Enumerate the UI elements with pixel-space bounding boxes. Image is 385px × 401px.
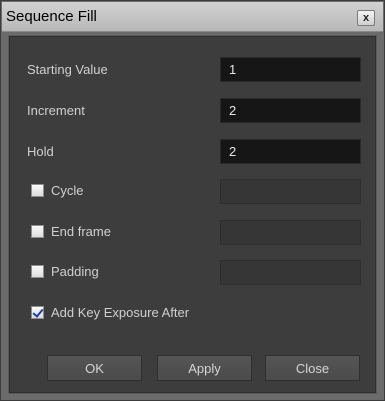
close-window-button[interactable]: x (357, 10, 375, 26)
end-frame-input[interactable] (220, 220, 361, 245)
hold-input[interactable]: 2 (220, 139, 361, 164)
increment-label: Increment (27, 103, 85, 118)
padding-input[interactable] (220, 260, 361, 285)
cycle-checkbox[interactable] (31, 184, 44, 197)
starting-value-label: Starting Value (27, 62, 108, 77)
sequence-fill-dialog: Sequence Fill x Starting Value 1 Increme… (0, 0, 385, 401)
ok-button[interactable]: OK (47, 355, 142, 381)
apply-button[interactable]: Apply (157, 355, 252, 381)
padding-label: Padding (51, 264, 99, 279)
padding-checkbox[interactable] (31, 265, 44, 278)
cycle-input[interactable] (220, 179, 361, 204)
dialog-title: Sequence Fill (6, 8, 97, 25)
starting-value-input[interactable]: 1 (220, 57, 361, 82)
title-bar[interactable]: Sequence Fill x (2, 2, 383, 32)
hold-label: Hold (27, 144, 54, 159)
end-frame-checkbox[interactable] (31, 225, 44, 238)
cycle-label: Cycle (51, 183, 84, 198)
end-frame-label: End frame (51, 224, 111, 239)
dialog-body (8, 35, 377, 394)
close-icon: x (362, 11, 370, 24)
add-key-exposure-after-checkbox[interactable] (31, 306, 44, 319)
add-key-exposure-after-label: Add Key Exposure After (51, 305, 190, 320)
increment-input[interactable]: 2 (220, 98, 361, 123)
close-button[interactable]: Close (265, 355, 360, 381)
